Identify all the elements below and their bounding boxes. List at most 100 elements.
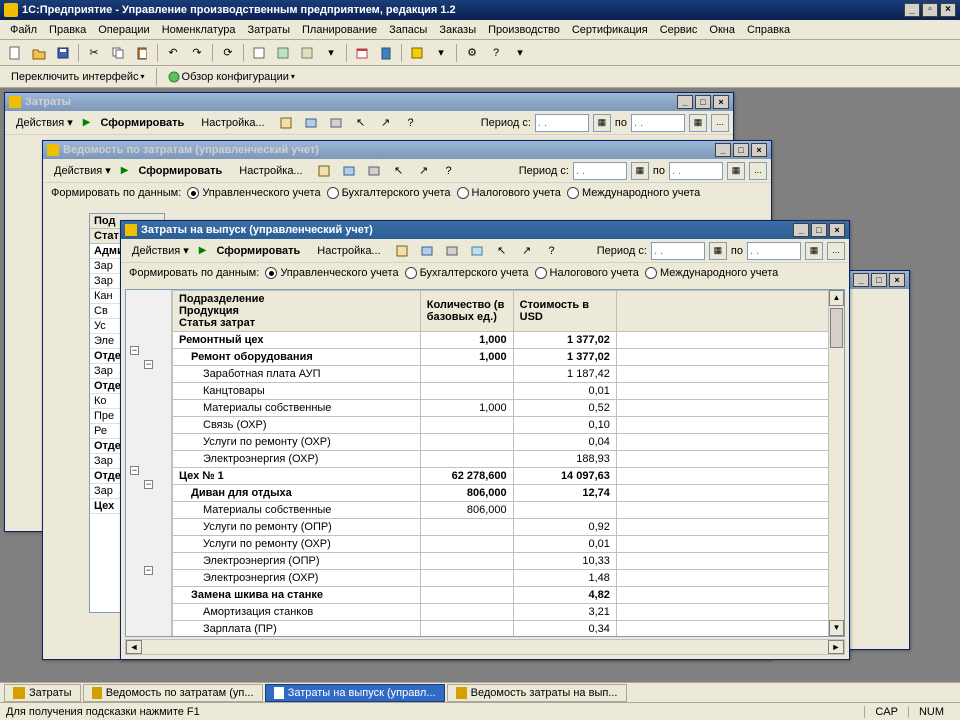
cut-icon[interactable]: ✂ [83, 42, 105, 64]
tool-icon-2[interactable] [272, 42, 294, 64]
maximize-button[interactable]: □ [733, 143, 749, 157]
collapse-icon[interactable]: ↗ [375, 112, 397, 134]
tree-expand-node[interactable]: − [144, 566, 153, 575]
table-row[interactable]: Услуги по ремонту (ОПР)0,92 [173, 519, 844, 536]
minimize-button[interactable]: _ [715, 143, 731, 157]
close-button[interactable]: × [829, 223, 845, 237]
close-button[interactable]: × [751, 143, 767, 157]
close-button[interactable]: × [713, 95, 729, 109]
period-from-input[interactable] [535, 114, 589, 132]
period-select-button[interactable]: ... [711, 114, 729, 132]
minimize-button[interactable]: _ [904, 3, 920, 17]
help-icon[interactable]: ? [485, 42, 507, 64]
calculator-icon[interactable] [375, 42, 397, 64]
calendar-icon[interactable] [351, 42, 373, 64]
tool-b-icon[interactable] [416, 240, 438, 262]
date-picker-icon[interactable]: ▦ [727, 162, 745, 180]
settings-button[interactable]: Настройка... [194, 114, 271, 132]
refresh-icon[interactable]: ⟳ [217, 42, 239, 64]
period-select-button[interactable]: ... [749, 162, 767, 180]
table-row[interactable]: Материалы собственные1,0000,52 [173, 400, 844, 417]
new-icon[interactable] [4, 42, 26, 64]
save-icon[interactable] [52, 42, 74, 64]
table-row[interactable]: Электроэнергия (ОПР)10,33 [173, 553, 844, 570]
table-row[interactable]: Амортизация станков3,21 [173, 604, 844, 621]
date-picker-icon[interactable]: ▦ [805, 242, 823, 260]
table-row[interactable]: Связь (ОХР)0,10 [173, 417, 844, 434]
actions-button[interactable]: Действия ▾ [47, 161, 118, 180]
menu-edit[interactable]: Правка [43, 22, 92, 38]
tool-b-icon[interactable] [338, 160, 360, 182]
maximize-button[interactable]: □ [811, 223, 827, 237]
scroll-right-icon[interactable]: ► [828, 640, 844, 654]
radio-mgmt[interactable]: Управленческого учета [265, 267, 398, 279]
copy-icon[interactable] [107, 42, 129, 64]
expand-icon[interactable]: ↖ [491, 240, 513, 262]
table-row[interactable]: Ремонтный цех1,0001 377,02 [173, 332, 844, 349]
restore-button[interactable]: ▫ [922, 3, 938, 17]
window-cost-statement-titlebar[interactable]: Ведомость по затратам (управленческий уч… [43, 141, 771, 159]
vertical-scrollbar[interactable]: ▲ ▼ [828, 290, 844, 636]
table-row[interactable]: Зарплата (ПР)0,34 [173, 621, 844, 637]
switch-interface-button[interactable]: Переключить интерфейс ▾ [4, 66, 152, 88]
scroll-down-icon[interactable]: ▼ [829, 620, 844, 636]
radio-tax[interactable]: Налогового учета [457, 187, 561, 199]
date-picker-icon[interactable]: ▦ [593, 114, 611, 132]
table-row[interactable]: Услуги по ремонту (ОХР)0,04 [173, 434, 844, 451]
table-row[interactable]: Ремонт оборудования1,0001 377,02 [173, 349, 844, 366]
menu-file[interactable]: Файл [4, 22, 43, 38]
table-row[interactable]: Услуги по ремонту (ОХР)0,01 [173, 536, 844, 553]
expand-icon[interactable]: ↖ [350, 112, 372, 134]
table-row[interactable]: Канцтовары0,01 [173, 383, 844, 400]
tool-c-icon[interactable] [363, 160, 385, 182]
actions-button[interactable]: Действия ▾ [125, 241, 196, 260]
period-to-input[interactable] [631, 114, 685, 132]
task-button-output-statement[interactable]: Ведомость затраты на вып... [447, 684, 627, 702]
grid-body[interactable]: ПодразделениеПродукцияСтатья затрат Коли… [172, 290, 844, 636]
menu-costs[interactable]: Затраты [242, 22, 297, 38]
tool-a-icon[interactable] [275, 112, 297, 134]
help-icon[interactable]: ? [400, 112, 422, 134]
undo-icon[interactable]: ↶ [162, 42, 184, 64]
collapse-icon[interactable]: ↗ [516, 240, 538, 262]
maximize-button[interactable]: □ [871, 273, 887, 287]
scroll-thumb[interactable] [830, 308, 843, 348]
menu-operations[interactable]: Операции [92, 22, 155, 38]
close-button[interactable]: × [889, 273, 905, 287]
table-row[interactable]: Замена шкива на станке4,82 [173, 587, 844, 604]
minimize-button[interactable]: _ [677, 95, 693, 109]
tool-icon-3[interactable] [296, 42, 318, 64]
close-button[interactable]: × [940, 3, 956, 17]
settings-icon[interactable]: ⚙ [461, 42, 483, 64]
tool-d-icon[interactable] [466, 240, 488, 262]
tool-a-icon[interactable] [391, 240, 413, 262]
table-row[interactable]: Заработная плата АУП1 187,42 [173, 366, 844, 383]
menu-orders[interactable]: Заказы [433, 22, 482, 38]
expand-icon[interactable]: ↖ [388, 160, 410, 182]
radio-accounting[interactable]: Бухгалтерского учета [405, 267, 529, 279]
tool-icon-4[interactable]: ▾ [430, 42, 452, 64]
period-to-input[interactable] [747, 242, 801, 260]
task-button-statement[interactable]: Ведомость по затратам (уп... [83, 684, 263, 702]
menu-nomenclature[interactable]: Номенклатура [156, 22, 242, 38]
tree-expand-node[interactable]: − [144, 480, 153, 489]
tool-b-icon[interactable] [300, 112, 322, 134]
period-to-input[interactable] [669, 162, 723, 180]
actions-button[interactable]: Действия ▾ [9, 113, 80, 132]
period-select-button[interactable]: ... [827, 242, 845, 260]
table-row[interactable]: Материалы собственные806,000 [173, 502, 844, 519]
date-picker-icon[interactable]: ▦ [689, 114, 707, 132]
menu-windows[interactable]: Окна [703, 22, 741, 38]
horizontal-scrollbar[interactable]: ◄ ► [125, 639, 845, 655]
radio-international[interactable]: Международного учета [567, 187, 700, 199]
tree-expand-node[interactable]: − [144, 360, 153, 369]
open-icon[interactable] [28, 42, 50, 64]
tool-icon-1[interactable] [248, 42, 270, 64]
tree-expand-node[interactable]: − [130, 466, 139, 475]
period-from-input[interactable] [573, 162, 627, 180]
settings-button[interactable]: Настройка... [310, 242, 387, 260]
redo-icon[interactable]: ↷ [186, 42, 208, 64]
tool-c-icon[interactable] [325, 112, 347, 134]
menu-service[interactable]: Сервис [654, 22, 704, 38]
menu-stock[interactable]: Запасы [383, 22, 433, 38]
